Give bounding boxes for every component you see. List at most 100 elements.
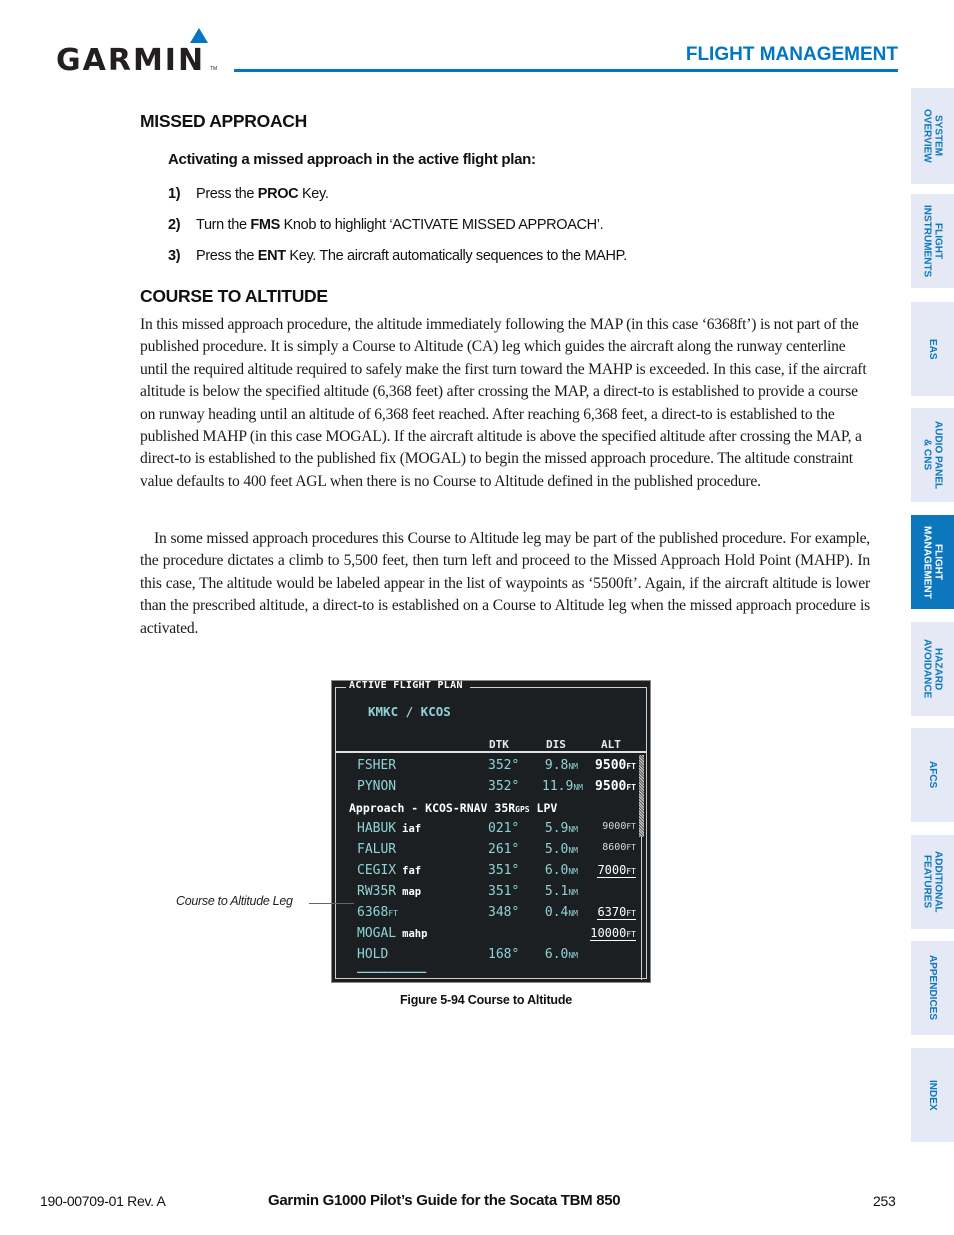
- waypoint-tag: faf: [402, 865, 422, 877]
- waypoint-id: HABUK: [357, 821, 397, 836]
- frame-edge: [336, 687, 346, 688]
- step-text: Key. The aircraft automatically sequence…: [285, 248, 627, 264]
- distance-value: 9.8: [544, 758, 569, 773]
- scrollbar[interactable]: [639, 755, 644, 980]
- step-3: 3) Press the ENT Key. The aircraft automa…: [168, 248, 627, 264]
- desired-track: 351°: [488, 863, 520, 878]
- desired-track: 348°: [488, 905, 520, 920]
- altitude-value: 6370: [597, 905, 627, 919]
- body-paragraph-1: In this missed approach procedure, the a…: [140, 316, 867, 490]
- approach-gps: GPS: [515, 805, 530, 814]
- distance-unit: NM: [568, 846, 578, 855]
- scrollbar-thumb[interactable]: [639, 755, 644, 837]
- distance-value: 6.0: [544, 947, 569, 962]
- doc-number: 190-00709-01 Rev. A: [40, 1193, 166, 1209]
- frame-edge: [470, 687, 646, 688]
- desired-track: 352°: [488, 779, 520, 794]
- chapter-tab[interactable]: SYSTEM OVERVIEW: [911, 88, 954, 184]
- step-text: Turn the: [196, 217, 251, 233]
- chapter-tab[interactable]: ADDITIONAL FEATURES: [911, 835, 954, 929]
- distance-unit: NM: [568, 867, 578, 876]
- chapter-tab[interactable]: FLIGHT MANAGEMENT: [911, 515, 954, 609]
- chapter-tab-label: FLIGHT MANAGEMENT: [921, 525, 944, 599]
- chapter-tab[interactable]: FLIGHT INSTRUMENTS: [911, 194, 954, 288]
- desired-track: 352°: [488, 758, 520, 773]
- altitude-constraint: 10000FT: [590, 926, 636, 941]
- end-of-plan-marker: __________: [357, 959, 426, 974]
- column-header-alt: ALT: [601, 738, 621, 751]
- waypoint-unit: FT: [388, 909, 398, 918]
- scrollbar-track[interactable]: [641, 837, 642, 980]
- desired-track: 351°: [488, 884, 520, 899]
- distance: 11.9NM: [542, 779, 583, 794]
- altitude-value: 9500: [595, 758, 627, 773]
- key-name: FMS: [250, 217, 280, 233]
- altitude-value: 9000: [602, 821, 627, 832]
- distance-unit: NM: [568, 762, 578, 771]
- column-header-dis: DIS: [546, 738, 566, 751]
- distance: 5.0NM: [542, 842, 578, 857]
- chapter-tab-label: AFCS: [927, 761, 938, 789]
- chapter-tab-label: AUDIO PANEL & CNS: [921, 420, 944, 490]
- step-number: 2): [168, 217, 181, 233]
- chapter-tab-label: SYSTEM OVERVIEW: [921, 109, 944, 163]
- active-flight-plan-screen: ACTIVE FLIGHT PLAN KMKC / KCOS DTK DIS A…: [331, 680, 651, 983]
- flight-plan-row[interactable]: CEGIX faf 351° 6.0NM 7000FT: [336, 863, 646, 883]
- altitude-value: 7000: [597, 863, 627, 877]
- step-number: 1): [168, 186, 181, 202]
- distance-unit: NM: [568, 825, 578, 834]
- chapter-tab-label: FLIGHT INSTRUMENTS: [921, 204, 944, 278]
- logo-triangle-icon: [190, 28, 208, 43]
- waypoint-tag: iaf: [402, 823, 422, 835]
- altitude-unit: FT: [626, 909, 636, 918]
- waypoint-id: FALUR: [357, 842, 397, 857]
- chapter-tab[interactable]: AUDIO PANEL & CNS: [911, 408, 954, 502]
- flight-plan-row[interactable]: MOGAL mahp 10000FT: [336, 926, 646, 946]
- altitude-unit: FT: [626, 843, 636, 852]
- distance-value: 5.0: [544, 842, 569, 857]
- step-number: 3): [168, 248, 181, 264]
- distance-value: 5.9: [544, 821, 569, 836]
- distance: 5.9NM: [542, 821, 578, 836]
- flight-plan-row[interactable]: FSHER 352° 9.8NM 9500FT: [336, 758, 646, 778]
- altitude-value: 8600: [602, 842, 627, 853]
- altitude-unit: FT: [626, 930, 636, 939]
- chapter-tab[interactable]: HAZARD AVOIDANCE: [911, 622, 954, 716]
- distance: 6.0NM: [542, 947, 578, 962]
- flight-plan-row[interactable]: 6368FT 348° 0.4NM 6370FT: [336, 905, 646, 925]
- approach-type: LPV: [529, 801, 558, 815]
- route-label: KMKC / KCOS: [368, 704, 451, 719]
- step-text: Knob to highlight ‘ACTIVATE MISSED APPRO…: [279, 217, 604, 233]
- chapter-tab[interactable]: APPENDICES: [911, 941, 954, 1035]
- step-2: 2) Turn the FMS Knob to highlight ‘ACTIVA…: [168, 217, 604, 233]
- section-title: FLIGHT MANAGEMENT: [685, 44, 898, 65]
- distance-unit: NM: [568, 951, 578, 960]
- waypoint-tag: mahp: [402, 928, 428, 940]
- distance-unit: NM: [568, 888, 578, 897]
- flight-plan-row[interactable]: FALUR 261° 5.0NM 8600FT: [336, 842, 646, 862]
- waypoint-id: RW35R: [357, 884, 397, 899]
- flight-plan-row[interactable]: PYNON 352° 11.9NM 9500FT: [336, 779, 646, 799]
- flight-plan-row[interactable]: HABUK iaf 021° 5.9NM 9000FT: [336, 821, 646, 841]
- waypoint-name: FALUR: [357, 842, 396, 857]
- chapter-tab-label: HAZARD AVOIDANCE: [921, 639, 944, 699]
- header-divider: [336, 751, 646, 753]
- key-name: ENT: [257, 248, 286, 264]
- chapter-tab[interactable]: INDEX: [911, 1048, 954, 1142]
- altitude-constraint: 7000FT: [597, 863, 636, 878]
- waypoint-name: HABUK iaf: [357, 821, 421, 836]
- chapter-tab[interactable]: AFCS: [911, 728, 954, 822]
- chapter-tab[interactable]: EAS: [911, 302, 954, 396]
- callout-leader-line: [309, 903, 354, 904]
- logo-trademark: TM: [210, 66, 218, 72]
- flight-plan-row[interactable]: RW35R map 351° 5.1NM: [336, 884, 646, 904]
- chapter-tab-label: EAS: [927, 338, 938, 360]
- altitude-value: 9500: [595, 779, 627, 794]
- screen-frame: ACTIVE FLIGHT PLAN KMKC / KCOS DTK DIS A…: [335, 680, 647, 980]
- body-paragraph-2: In some missed approach procedures this …: [140, 530, 870, 637]
- distance-value: 5.1: [544, 884, 569, 899]
- altitude-constraint: 8600FT: [602, 842, 636, 853]
- waypoint-id: 6368: [357, 905, 389, 920]
- chapter-tab-label: ADDITIONAL FEATURES: [921, 851, 944, 913]
- approach-label: Approach - KCOS-RNAV 35RGPS LPV: [349, 801, 557, 815]
